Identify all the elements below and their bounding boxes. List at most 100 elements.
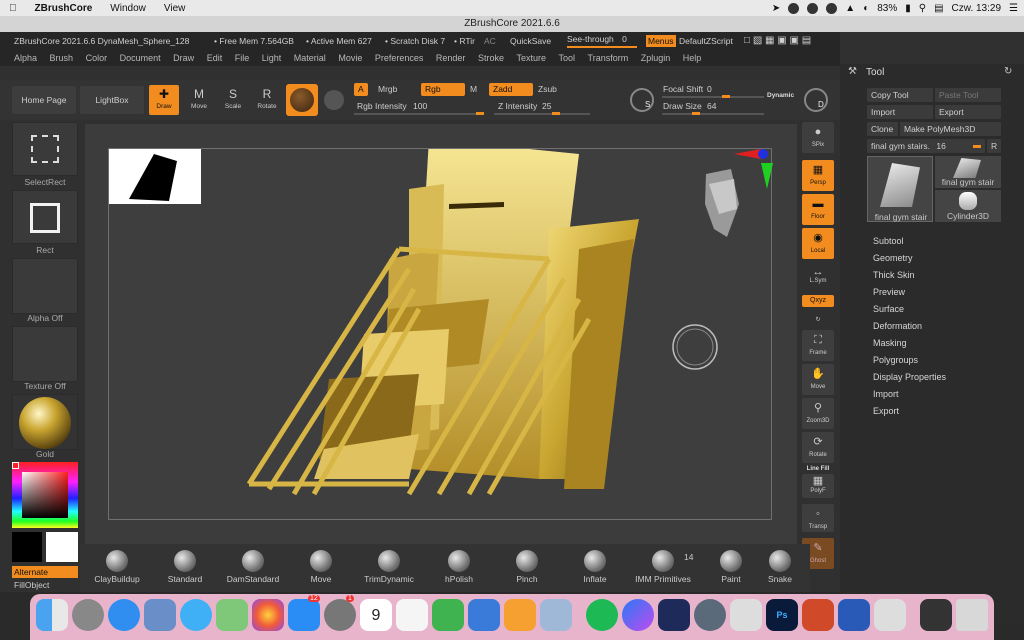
- brush-icon[interactable]: [324, 90, 344, 110]
- gym-stairs-model[interactable]: [246, 139, 639, 496]
- zbrushcore-icon[interactable]: [874, 599, 906, 631]
- brush-standard[interactable]: Standard: [150, 546, 220, 584]
- reminders-icon[interactable]: [396, 599, 428, 631]
- z-intensity-slider[interactable]: Z Intensity 25: [494, 100, 592, 116]
- menu-help[interactable]: Help: [683, 53, 702, 63]
- zoom3d-button[interactable]: ⚲ Zoom3D: [802, 398, 834, 429]
- menu-material[interactable]: Material: [294, 53, 326, 63]
- tool-thumb-active[interactable]: final gym stair: [867, 156, 933, 222]
- menu-file[interactable]: File: [235, 53, 250, 63]
- g-icon[interactable]: [788, 2, 800, 14]
- import-button[interactable]: Import: [867, 105, 933, 119]
- section-display-properties[interactable]: Display Properties: [873, 372, 946, 382]
- draw-size-slider[interactable]: Draw Size 64: [662, 100, 766, 116]
- move-view-button[interactable]: ✋ Move: [802, 364, 834, 395]
- tool-thumb-3[interactable]: Cylinder3D: [935, 190, 1001, 222]
- scale-mode-button[interactable]: S Scale: [218, 85, 248, 115]
- brush-pinch[interactable]: Pinch: [492, 546, 562, 584]
- appstore-icon[interactable]: 12: [288, 595, 320, 631]
- menu-window[interactable]: Window: [101, 3, 155, 14]
- primary-color[interactable]: [46, 532, 78, 562]
- menu-brush[interactable]: Brush: [50, 53, 74, 63]
- material-slot[interactable]: [12, 394, 78, 450]
- section-masking[interactable]: Masking: [873, 338, 907, 348]
- section-geometry[interactable]: Geometry: [873, 253, 913, 263]
- home-page-button[interactable]: Home Page: [12, 86, 76, 114]
- current-tool-slider[interactable]: final gym stairs. 16: [867, 139, 985, 153]
- r-button[interactable]: R: [987, 139, 1001, 153]
- section-thick-skin[interactable]: Thick Skin: [873, 270, 915, 280]
- brush-snake[interactable]: Snake: [756, 546, 804, 584]
- polyf-button[interactable]: ▦ PolyF: [802, 474, 834, 498]
- menu-preferences[interactable]: Preferences: [375, 53, 424, 63]
- pages-icon[interactable]: [504, 599, 536, 631]
- quicksave-button[interactable]: QuickSave: [510, 32, 551, 50]
- menu-zplugin[interactable]: Zplugin: [641, 53, 671, 63]
- color-picker[interactable]: [12, 462, 78, 528]
- messenger-icon[interactable]: [622, 599, 654, 631]
- menu-draw[interactable]: Draw: [173, 53, 194, 63]
- maps-icon[interactable]: [216, 599, 248, 631]
- system-prefs-icon[interactable]: 1: [324, 595, 356, 631]
- layout-icons[interactable]: □ ▧ ▦ ▣ ▣ ▤: [744, 32, 811, 50]
- bluetooth-icon[interactable]: ▲: [845, 3, 855, 14]
- alpha-slot[interactable]: [12, 258, 78, 314]
- copy-tool-button[interactable]: Copy Tool: [867, 88, 933, 102]
- lightbox-button[interactable]: LightBox: [80, 86, 144, 114]
- dynamic-toggle[interactable]: Dynamic: [767, 92, 794, 99]
- spotify-icon[interactable]: [586, 599, 618, 631]
- section-export[interactable]: Export: [873, 406, 899, 416]
- launchpad-icon[interactable]: [72, 599, 104, 631]
- brush-claybuildup[interactable]: ClayBuildup: [82, 546, 152, 584]
- section-deformation[interactable]: Deformation: [873, 321, 922, 331]
- brush-damstandard[interactable]: DamStandard: [218, 546, 288, 584]
- word-icon[interactable]: [838, 599, 870, 631]
- mrgb-toggle[interactable]: Mrgb: [374, 83, 401, 96]
- color-handle[interactable]: [12, 462, 19, 469]
- reset-icon[interactable]: ↻: [1004, 66, 1012, 77]
- control-center-icon[interactable]: ▤: [934, 3, 943, 14]
- menu-light[interactable]: Light: [262, 53, 282, 63]
- preview-icon[interactable]: [144, 599, 176, 631]
- a-toggle[interactable]: A: [354, 83, 368, 96]
- menu-movie[interactable]: Movie: [338, 53, 362, 63]
- zbrush-icon[interactable]: [730, 599, 762, 631]
- wacom-icon[interactable]: [920, 599, 952, 631]
- fillobject-button[interactable]: FillObject: [12, 580, 78, 590]
- menu-app[interactable]: ZBrushCore: [26, 3, 102, 14]
- texture-slot[interactable]: [12, 326, 78, 382]
- move-mode-button[interactable]: M Move: [184, 85, 214, 115]
- messages-icon[interactable]: [180, 599, 212, 631]
- menu-color[interactable]: Color: [86, 53, 108, 63]
- focal-shift-slider[interactable]: Focal Shift 0: [662, 84, 766, 100]
- powerpoint-icon[interactable]: [802, 599, 834, 631]
- spotlight-icon[interactable]: ⚲: [919, 3, 926, 14]
- numbers-icon[interactable]: [432, 599, 464, 631]
- notification-icon[interactable]: ☰: [1009, 3, 1018, 14]
- battery-level[interactable]: 83%: [877, 3, 897, 14]
- menu-render[interactable]: Render: [436, 53, 466, 63]
- rgb-toggle[interactable]: Rgb: [421, 83, 465, 96]
- section-subtool[interactable]: Subtool: [873, 236, 904, 246]
- menu-document[interactable]: Document: [120, 53, 161, 63]
- brush-inflate[interactable]: Inflate: [560, 546, 630, 584]
- viewport-3d[interactable]: [109, 139, 773, 521]
- menu-edit[interactable]: Edit: [207, 53, 223, 63]
- spix-button[interactable]: ● SPix: [802, 122, 834, 153]
- menu-transform[interactable]: Transform: [588, 53, 629, 63]
- section-polygroups[interactable]: Polygroups: [873, 355, 918, 365]
- floor-button[interactable]: ▬ Floor: [802, 194, 834, 225]
- keynote-icon[interactable]: [468, 599, 500, 631]
- brush-hpolish[interactable]: hPolish: [424, 546, 494, 584]
- menus-toggle[interactable]: Menus: [646, 35, 676, 47]
- stroke-icon[interactable]: S: [630, 88, 654, 112]
- music-icon[interactable]: [826, 2, 838, 14]
- frame-button[interactable]: ⛶ Frame: [802, 330, 834, 361]
- battery-icon[interactable]: ▮: [905, 3, 911, 14]
- photoshop-icon[interactable]: Ps: [766, 599, 798, 631]
- make-polymesh-button[interactable]: Make PolyMesh3D: [900, 122, 1001, 136]
- qxyz-button[interactable]: Qxyz: [802, 295, 834, 307]
- rect-button[interactable]: [12, 190, 78, 244]
- gyro-icon[interactable]: ↻: [802, 316, 834, 326]
- safari-icon[interactable]: [108, 599, 140, 631]
